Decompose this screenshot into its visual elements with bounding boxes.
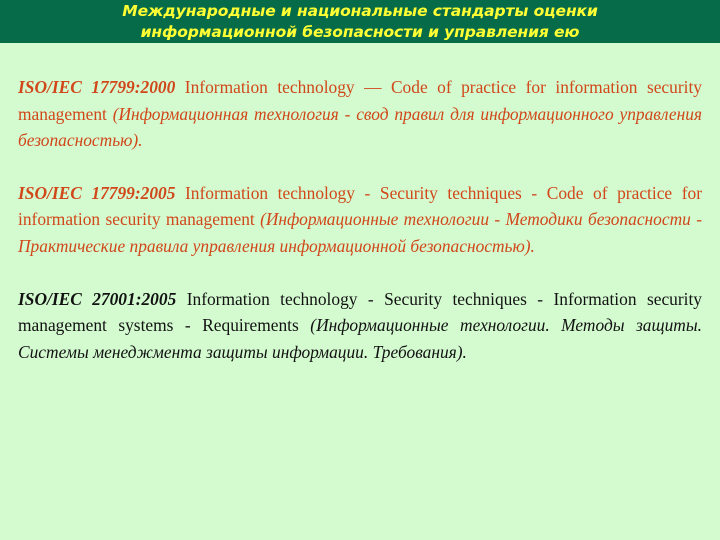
standard-label: ISO/IEC 27001:2005 [18, 288, 177, 309]
standard-entry-iso-17799-2005: ISO/IEC 17799:2005 Information technolog… [18, 180, 702, 260]
page-title: Международные и национальные стандарты о… [0, 1, 720, 43]
standard-entry-iso-17799-2000: ISO/IEC 17799:2000 Information technolog… [18, 74, 702, 154]
page-title-line-2: информационной безопасности и управления… [140, 23, 580, 41]
standard-label: ISO/IEC 17799:2005 [18, 182, 176, 203]
standard-title-ru: (Информационная технология - свод правил… [18, 103, 702, 151]
slide: Международные и национальные стандарты о… [0, 0, 720, 540]
body-text: ISO/IEC 17799:2000 Information technolog… [18, 74, 702, 365]
standard-label: ISO/IEC 17799:2000 [18, 77, 176, 97]
page-title-line-1: Международные и национальные стандарты о… [122, 2, 598, 20]
standard-entry-iso-27001-2005: ISO/IEC 27001:2005 Information technolog… [18, 286, 702, 366]
